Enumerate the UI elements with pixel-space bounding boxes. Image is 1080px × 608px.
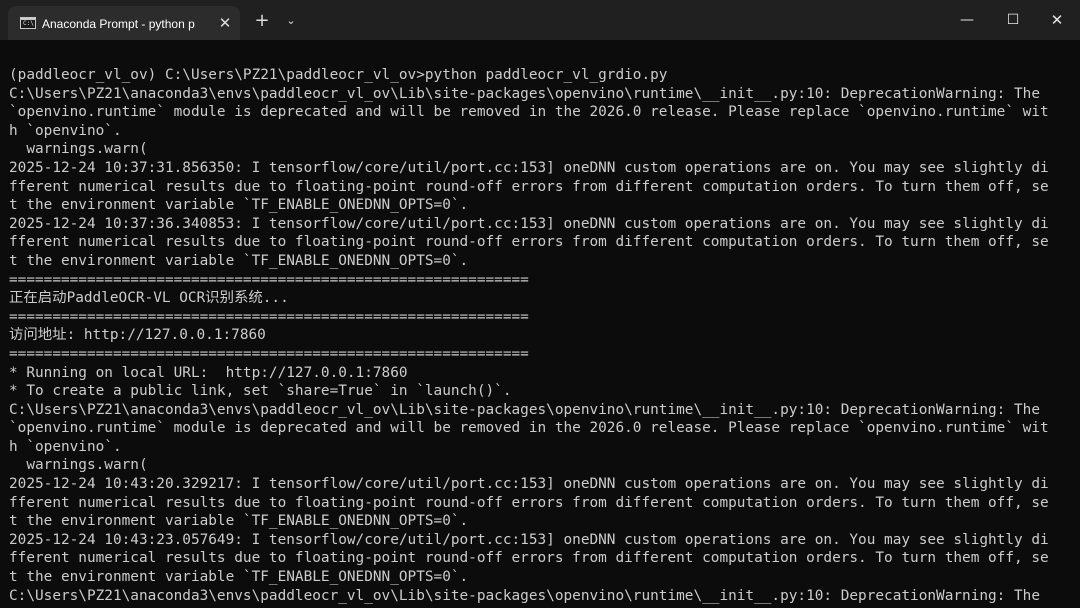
minimize-button[interactable]: —	[944, 0, 990, 40]
terminal-line: h `openvino`.	[9, 438, 122, 455]
terminal-line: warnings.warn(	[9, 457, 148, 474]
terminal-output[interactable]: (paddleocr_vl_ov) C:\Users\PZ21\paddleoc…	[9, 66, 1071, 608]
terminal-line: t the environment variable `TF_ENABLE_ON…	[9, 252, 469, 269]
tab-anaconda-prompt[interactable]: C:\ Anaconda Prompt - python p ✕	[8, 6, 240, 40]
terminal-line: `openvino.runtime` module is deprecated …	[9, 420, 1049, 437]
terminal-line: 2025-12-24 10:37:36.340853: I tensorflow…	[9, 215, 1049, 232]
terminal-line: 2025-12-24 10:43:23.057649: I tensorflow…	[9, 531, 1049, 548]
terminal-window: C:\ Anaconda Prompt - python p ✕ + ⌄ — ☐…	[0, 0, 1080, 608]
terminal-line: C:\Users\PZ21\anaconda3\envs\paddleocr_v…	[9, 587, 1041, 604]
terminal-line: * Running on local URL: http://127.0.0.1…	[9, 364, 408, 381]
terminal-line: t the environment variable `TF_ENABLE_ON…	[9, 569, 469, 586]
tab-title: Anaconda Prompt - python p	[42, 17, 195, 31]
close-window-button[interactable]: ✕	[1034, 0, 1080, 40]
terminal-line: t the environment variable `TF_ENABLE_ON…	[9, 513, 469, 530]
terminal-line: ========================================…	[9, 308, 529, 325]
tab-close-icon[interactable]: ✕	[216, 14, 234, 32]
terminal-line: fferent numerical results due to floatin…	[9, 234, 1049, 251]
terminal-icon-label: C:\	[23, 20, 34, 27]
terminal-line: `openvino.runtime` module is deprecated …	[9, 104, 1049, 121]
terminal-line: 2025-12-24 10:43:20.329217: I tensorflow…	[9, 476, 1049, 493]
terminal-line: 访问地址: http://127.0.0.1:7860	[9, 327, 266, 344]
terminal-line: ========================================…	[9, 345, 529, 362]
terminal-line: ========================================…	[9, 271, 529, 288]
terminal-line: 2025-12-24 10:37:31.856350: I tensorflow…	[9, 159, 1049, 176]
terminal-line: C:\Users\PZ21\anaconda3\envs\paddleocr_v…	[9, 85, 1041, 102]
terminal-icon: C:\	[20, 17, 36, 29]
terminal-line: 正在启动PaddleOCR-VL OCR识别系统...	[9, 290, 289, 307]
new-tab-button[interactable]: +	[251, 10, 273, 32]
terminal-line: * To create a public link, set `share=Tr…	[9, 383, 512, 400]
terminal-line: fferent numerical results due to floatin…	[9, 494, 1049, 511]
terminal-line: C:\Users\PZ21\anaconda3\envs\paddleocr_v…	[9, 401, 1041, 418]
maximize-button[interactable]: ☐	[990, 0, 1036, 40]
chevron-down-icon[interactable]: ⌄	[280, 10, 302, 32]
terminal-line: fferent numerical results due to floatin…	[9, 550, 1049, 567]
title-bar[interactable]: C:\ Anaconda Prompt - python p ✕ + ⌄ — ☐…	[0, 0, 1080, 40]
terminal-line: t the environment variable `TF_ENABLE_ON…	[9, 197, 469, 214]
terminal-line: warnings.warn(	[9, 141, 148, 158]
terminal-line: (paddleocr_vl_ov) C:\Users\PZ21\paddleoc…	[9, 67, 668, 83]
terminal-line: fferent numerical results due to floatin…	[9, 178, 1049, 195]
terminal-line: h `openvino`.	[9, 122, 122, 139]
